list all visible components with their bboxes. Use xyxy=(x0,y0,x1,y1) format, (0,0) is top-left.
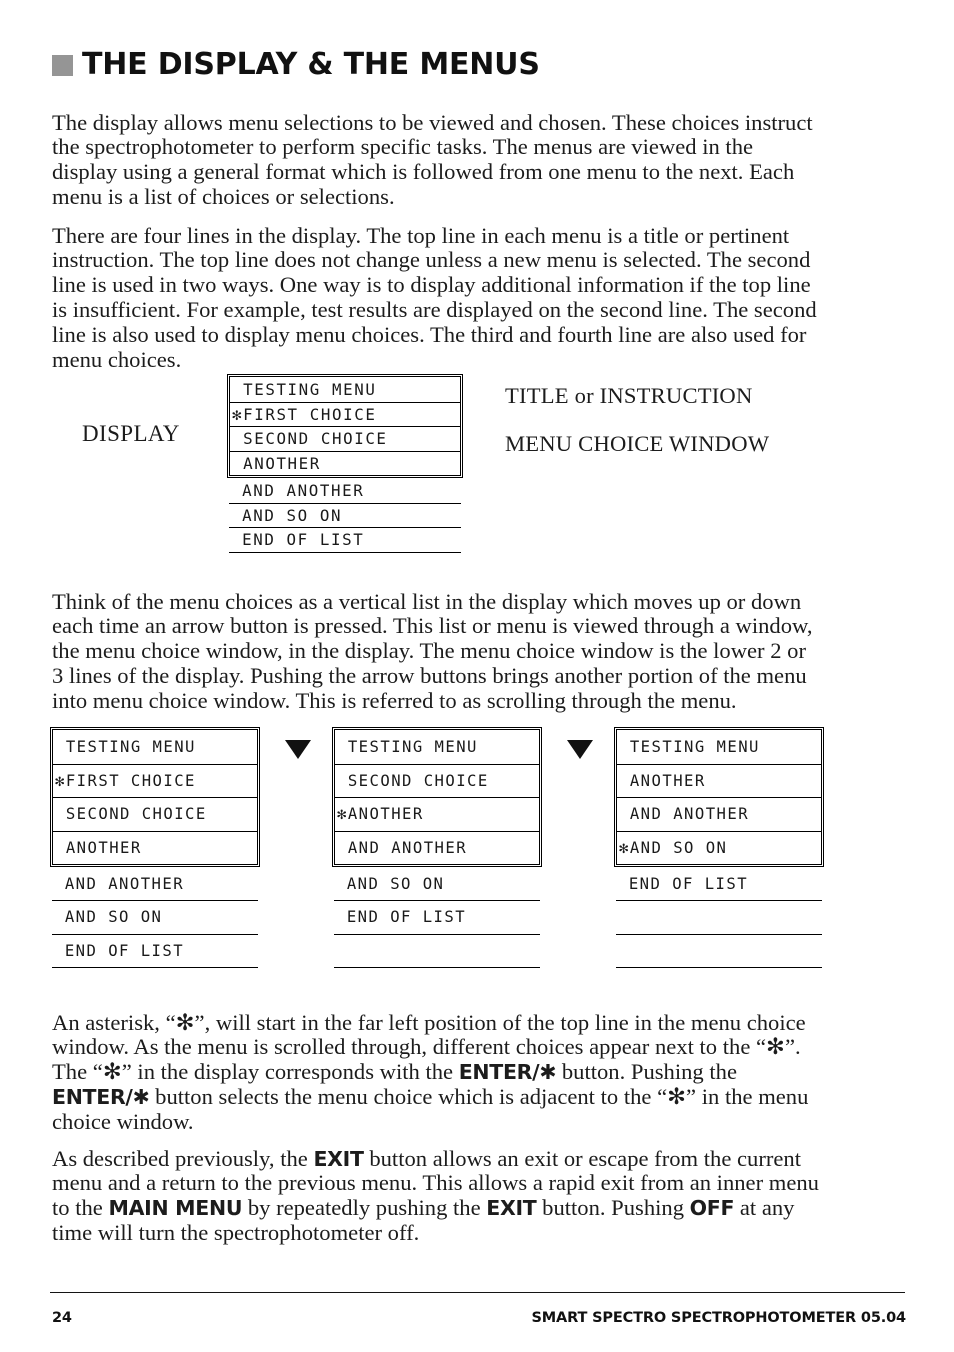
paragraph-asterisk-enter: An asterisk, “✻”, will start in the far … xyxy=(52,1009,820,1135)
document-page: THE DISPLAY & THE MENUS The display allo… xyxy=(0,0,954,1352)
footer-divider xyxy=(50,1292,905,1294)
lcd-row: TESTING MENU xyxy=(55,737,196,756)
enter-button-label: ENTER/✱ xyxy=(458,1060,557,1085)
lcd-row: AND SO ON xyxy=(229,504,461,529)
menu-overflow-list: AND ANOTHER AND SO ON END OF LIST xyxy=(52,868,258,969)
annotation-menu-choice-window: MENU CHOICE WINDOW xyxy=(505,431,770,456)
scroll-panel-step-3: TESTING MENU ANOTHER AND ANOTHER ✻AND SO… xyxy=(613,726,825,969)
text-seg: An asterisk, “ xyxy=(52,1009,176,1035)
lcd-row: AND ANOTHER xyxy=(617,797,821,831)
menu-overflow-list: AND SO ON END OF LIST xyxy=(334,868,540,969)
menu-choice-window: TESTING MENU SECOND CHOICE ✻ANOTHER AND … xyxy=(331,726,543,868)
paragraph-four-lines: There are four lines in the display. The… xyxy=(52,222,817,372)
text-seg: by repeatedly pushing the xyxy=(242,1195,487,1221)
main-menu-label: MAIN MENU xyxy=(108,1196,243,1221)
asterisk-glyph: ✻ xyxy=(175,1009,195,1035)
menu-overflow-list: AND ANOTHER AND SO ON END OF LIST xyxy=(229,479,461,553)
menu-choice-window: TESTING MENU ANOTHER AND ANOTHER ✻AND SO… xyxy=(613,726,825,868)
display-label: DISPLAY xyxy=(82,421,180,446)
down-triangle-icon xyxy=(285,740,311,759)
scroll-panel-step-1: TESTING MENU ✻FIRST CHOICE SECOND CHOICE… xyxy=(49,726,261,969)
lcd-row: AND ANOTHER xyxy=(229,479,461,504)
footer-document-title: SMART SPECTRO SPECTROPHOTOMETER 05.04 xyxy=(531,1310,906,1326)
menu-choice-window: TESTING MENU ✻FIRST CHOICE SECOND CHOICE… xyxy=(49,726,261,868)
lcd-row: AND SO ON xyxy=(52,901,258,935)
display-diagram: TESTING MENU ✻FIRST CHOICE SECOND CHOICE… xyxy=(226,373,464,553)
asterisk-glyph: ✻ xyxy=(766,1034,785,1060)
scroll-panel-step-2: TESTING MENU SECOND CHOICE ✻ANOTHER AND … xyxy=(331,726,543,969)
asterisk-glyph: ✻ xyxy=(667,1083,687,1109)
page-title: THE DISPLAY & THE MENUS xyxy=(82,47,540,82)
paragraph-exit-off: As described previously, the EXIT button… xyxy=(52,1145,820,1246)
page-heading: THE DISPLAY & THE MENUS xyxy=(52,50,540,80)
text-seg: button. Pushing xyxy=(536,1195,690,1221)
square-bullet-icon xyxy=(52,54,73,76)
off-button-label: OFF xyxy=(689,1196,735,1221)
down-triangle-icon xyxy=(567,740,593,759)
exit-button-label: EXIT xyxy=(313,1146,364,1171)
page-number: 24 xyxy=(52,1310,72,1326)
paragraph-intro: The display allows menu selections to be… xyxy=(52,109,813,209)
text-seg: button. Pushing the xyxy=(556,1059,737,1085)
menu-overflow-list: END OF LIST xyxy=(616,868,822,969)
lcd-row: END OF LIST xyxy=(229,528,461,553)
lcd-row: ✻FIRST CHOICE xyxy=(53,763,257,798)
lcd-row: TESTING MENU xyxy=(232,379,377,399)
lcd-row: ANOTHER xyxy=(617,763,821,798)
text-seg: button selects the menu choice which is … xyxy=(149,1083,668,1109)
asterisk-glyph: ✻ xyxy=(102,1059,122,1085)
lcd-row: END OF LIST xyxy=(616,868,822,902)
lcd-row: AND ANOTHER xyxy=(52,868,258,902)
lcd-row: ✻ANOTHER xyxy=(335,797,539,831)
lcd-row: AND ANOTHER xyxy=(335,830,539,865)
lcd-row: SECOND CHOICE xyxy=(230,426,460,451)
lcd-row: SECOND CHOICE xyxy=(335,763,539,798)
lcd-row: ANOTHER xyxy=(230,450,460,476)
lcd-row: ✻AND SO ON xyxy=(617,830,821,865)
paragraph-scrolling: Think of the menu choices as a vertical … xyxy=(52,588,813,713)
lcd-row: END OF LIST xyxy=(334,901,540,935)
lcd-row: SECOND CHOICE xyxy=(53,797,257,831)
annotation-title-or-instruction: TITLE or INSTRUCTION xyxy=(505,383,753,408)
text-seg: ” in the display corresponds with the xyxy=(121,1059,459,1085)
lcd-row: TESTING MENU xyxy=(337,737,478,756)
lcd-row xyxy=(334,935,540,969)
lcd-row: END OF LIST xyxy=(52,935,258,969)
lcd-row xyxy=(616,901,822,935)
text-seg: As described previously, the xyxy=(52,1145,314,1171)
lcd-row xyxy=(616,935,822,969)
menu-choice-window: TESTING MENU ✻FIRST CHOICE SECOND CHOICE… xyxy=(226,373,464,479)
lcd-row: TESTING MENU xyxy=(619,737,760,756)
lcd-row: ANOTHER xyxy=(53,830,257,865)
lcd-row: AND SO ON xyxy=(334,868,540,902)
lcd-row: ✻FIRST CHOICE xyxy=(230,401,460,427)
enter-button-label: ENTER/✱ xyxy=(52,1084,150,1109)
exit-button-label: EXIT xyxy=(486,1196,537,1221)
